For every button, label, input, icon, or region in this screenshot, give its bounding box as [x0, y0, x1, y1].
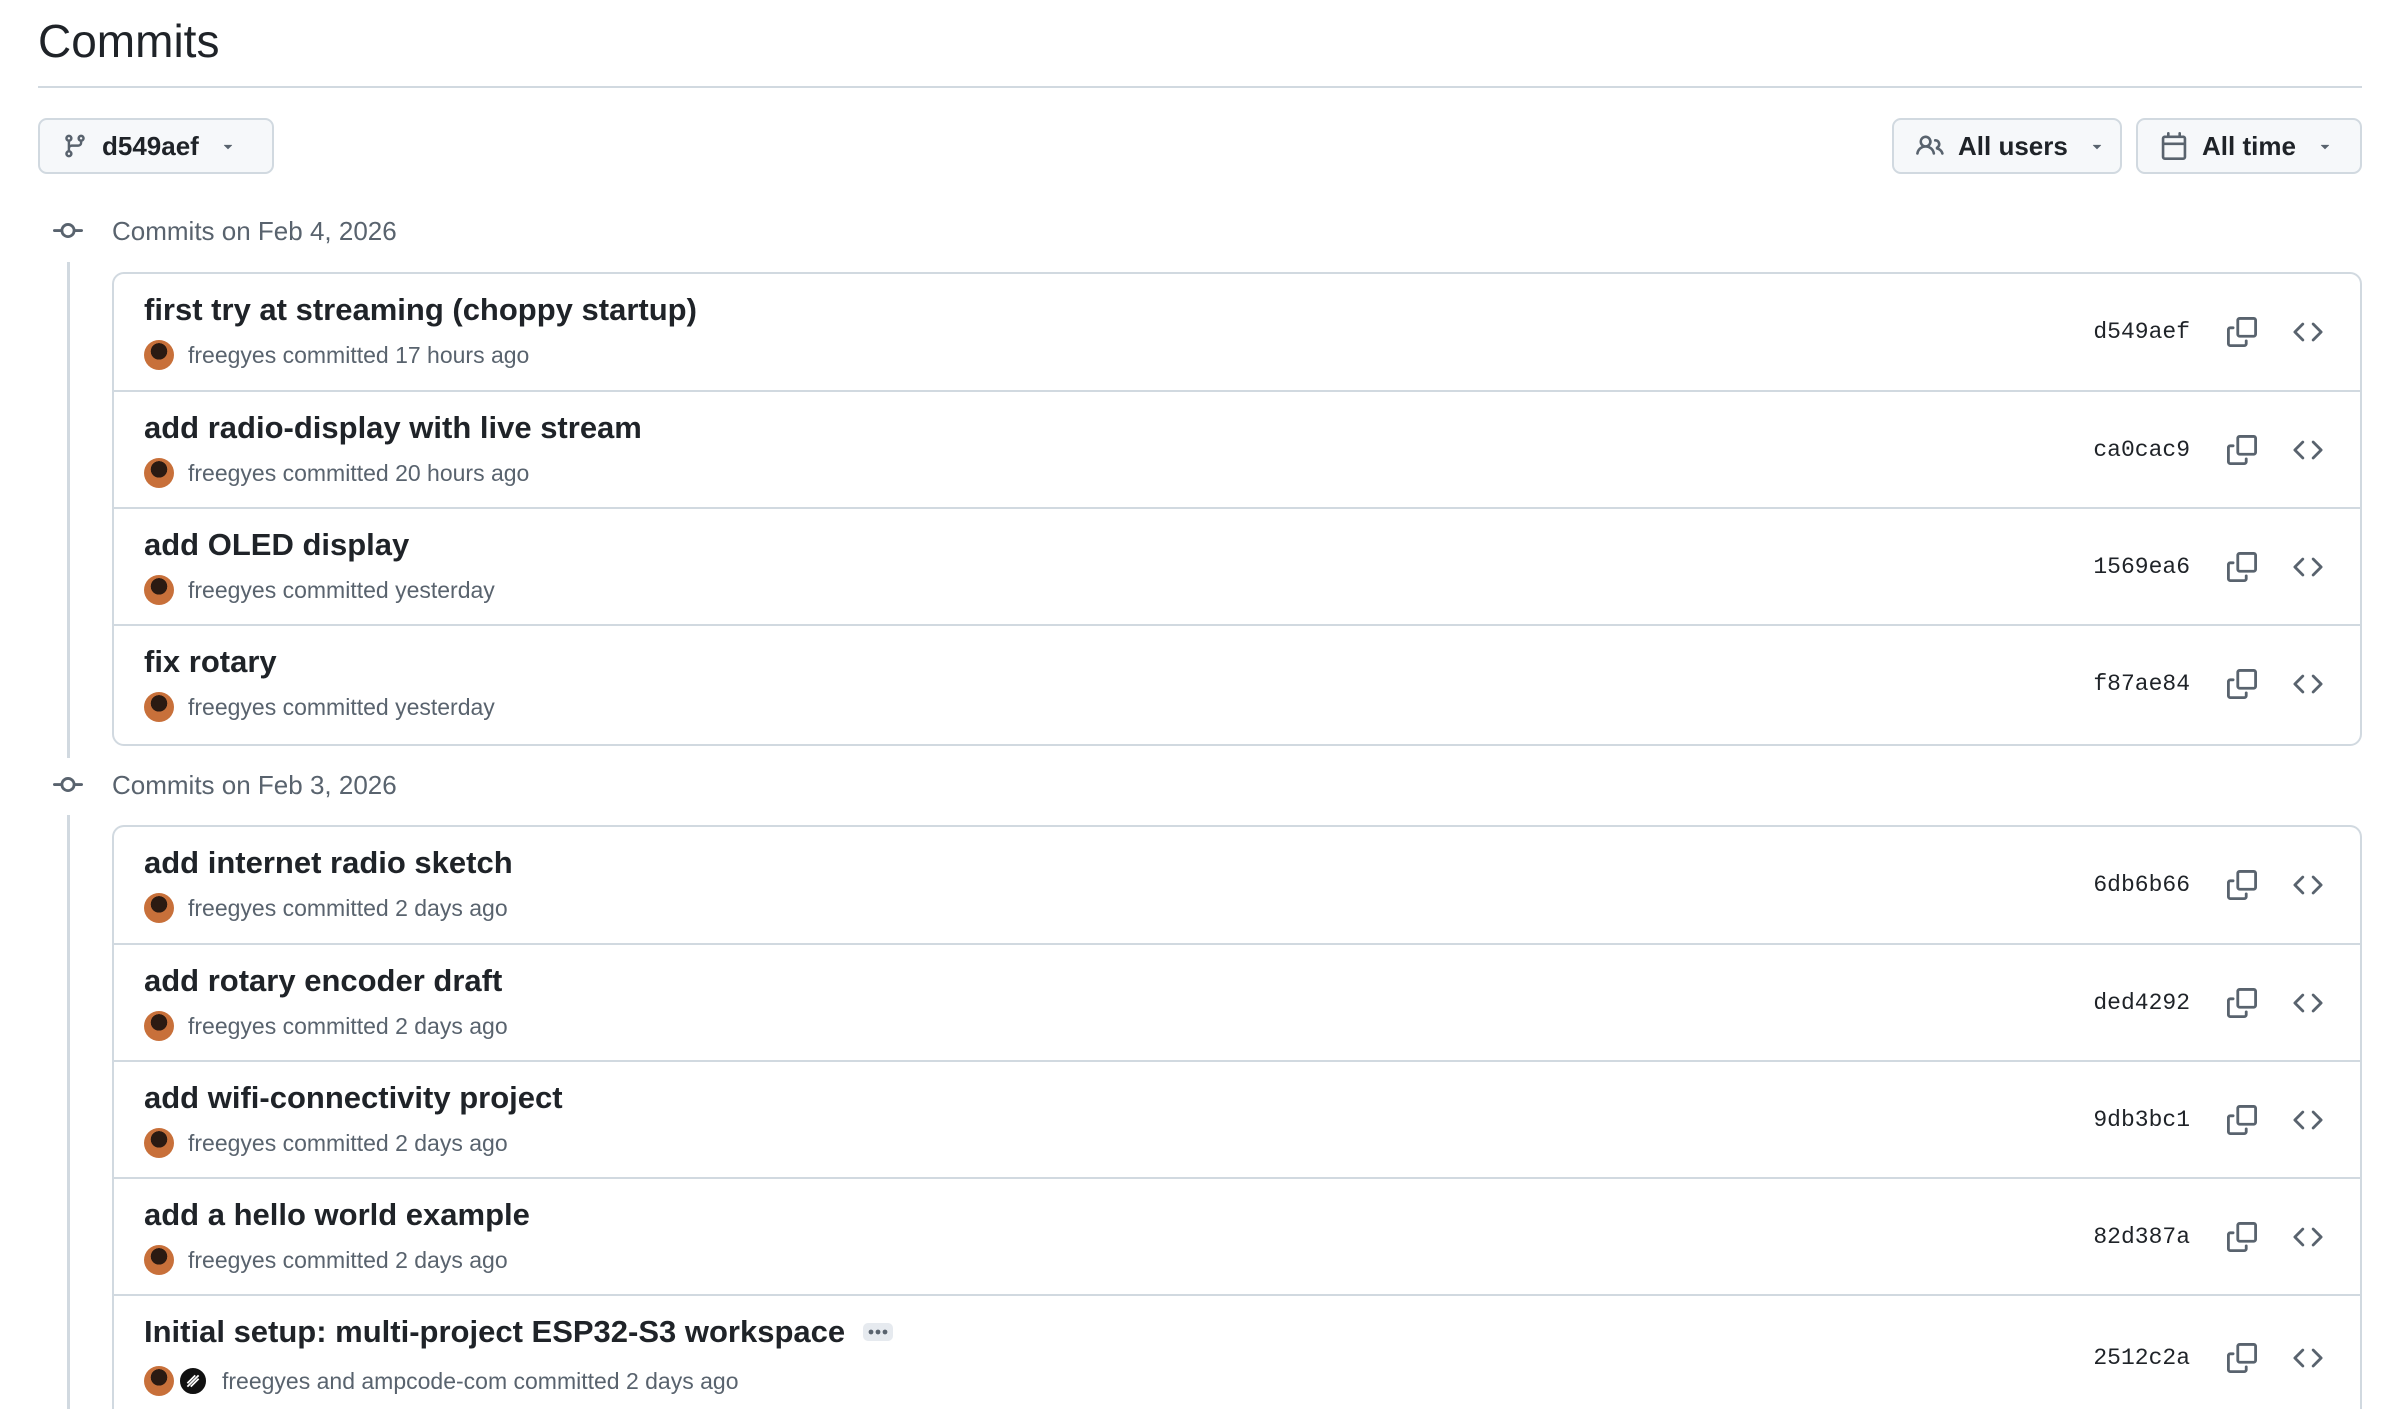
- commit-meta: freegyes committed yesterday: [144, 575, 495, 605]
- code-icon[interactable]: [2288, 509, 2328, 624]
- commit-meta: freegyes and ampcode-com committed 2 day…: [144, 1366, 739, 1396]
- commit-message[interactable]: add a hello world example: [144, 1197, 530, 1233]
- commit-message[interactable]: add rotary encoder draft: [144, 963, 502, 999]
- ellipsis-icon[interactable]: [863, 1323, 894, 1341]
- avatar[interactable]: [144, 1366, 174, 1396]
- copy-icon[interactable]: [2222, 509, 2262, 624]
- users-filter-button[interactable]: All users: [1892, 118, 2122, 174]
- avatar[interactable]: [144, 1245, 174, 1275]
- commit-row[interactable]: add internet radio sketch freegyes commi…: [114, 827, 2360, 943]
- avatar[interactable]: [144, 458, 174, 488]
- commit-row[interactable]: add rotary encoder draft freegyes commit…: [114, 943, 2360, 1060]
- timeline-line: [67, 262, 70, 758]
- commit-sha[interactable]: 82d387a: [2093, 1179, 2190, 1294]
- commit-row[interactable]: Initial setup: multi-project ESP32-S3 wo…: [114, 1294, 2360, 1409]
- commit-list: first try at streaming (choppy startup) …: [112, 272, 2362, 746]
- commit-meta: freegyes committed 2 days ago: [144, 1011, 508, 1041]
- git-commit-icon: [50, 216, 86, 246]
- copy-icon[interactable]: [2222, 827, 2262, 943]
- code-icon[interactable]: [2288, 392, 2328, 507]
- commit-list: add internet radio sketch freegyes commi…: [112, 825, 2362, 1409]
- triangle-down-icon: [2316, 137, 2334, 155]
- code-icon[interactable]: [2288, 1179, 2328, 1294]
- time-filter-label: All time: [2202, 130, 2296, 161]
- commit-meta: freegyes committed 2 days ago: [144, 1128, 508, 1158]
- commit-row[interactable]: first try at streaming (choppy startup) …: [114, 274, 2360, 390]
- copy-icon[interactable]: [2222, 274, 2262, 390]
- commit-row[interactable]: add radio-display with live stream freeg…: [114, 390, 2360, 507]
- copy-icon[interactable]: [2222, 1062, 2262, 1177]
- avatar[interactable]: [144, 893, 174, 923]
- commit-row[interactable]: fix rotary freegyes committed yesterday …: [114, 624, 2360, 741]
- code-icon[interactable]: [2288, 945, 2328, 1060]
- commit-sha[interactable]: 2512c2a: [2093, 1296, 2190, 1409]
- coauthor-avatar[interactable]: [178, 1366, 208, 1396]
- code-icon[interactable]: [2288, 274, 2328, 390]
- branch-select-button[interactable]: d549aef: [38, 118, 274, 174]
- avatar[interactable]: [144, 1128, 174, 1158]
- code-icon[interactable]: [2288, 626, 2328, 741]
- triangle-down-icon: [219, 137, 237, 155]
- commit-message[interactable]: add radio-display with live stream: [144, 410, 642, 446]
- branch-label: d549aef: [102, 130, 199, 161]
- code-icon[interactable]: [2288, 1062, 2328, 1177]
- avatar[interactable]: [144, 340, 174, 370]
- code-icon[interactable]: [2288, 1296, 2328, 1409]
- commit-meta: freegyes committed 20 hours ago: [144, 458, 529, 488]
- commit-meta: freegyes committed 17 hours ago: [144, 340, 529, 370]
- time-filter-button[interactable]: All time: [2136, 118, 2362, 174]
- commit-sha[interactable]: 6db6b66: [2093, 827, 2190, 943]
- commit-group-heading: Commits on Feb 3, 2026: [50, 765, 397, 805]
- commit-row[interactable]: add wifi-connectivity project freegyes c…: [114, 1060, 2360, 1177]
- commit-group-date: Commits on Feb 3, 2026: [112, 769, 397, 800]
- commit-row[interactable]: add OLED display freegyes committed yest…: [114, 507, 2360, 624]
- commit-meta: freegyes committed yesterday: [144, 692, 495, 722]
- calendar-icon: [2160, 132, 2188, 160]
- commits-page: Commits d549aef All users All time Commi…: [0, 0, 2400, 1409]
- commit-message[interactable]: add wifi-connectivity project: [144, 1080, 563, 1116]
- commit-message[interactable]: add internet radio sketch: [144, 845, 513, 881]
- title-divider: [38, 86, 2362, 88]
- copy-icon[interactable]: [2222, 392, 2262, 507]
- git-branch-icon: [62, 133, 88, 159]
- users-filter-label: All users: [1958, 130, 2068, 161]
- commit-sha[interactable]: 1569ea6: [2093, 509, 2190, 624]
- commit-row[interactable]: add a hello world example freegyes commi…: [114, 1177, 2360, 1294]
- avatar[interactable]: [144, 575, 174, 605]
- copy-icon[interactable]: [2222, 1179, 2262, 1294]
- copy-icon[interactable]: [2222, 626, 2262, 741]
- code-icon[interactable]: [2288, 827, 2328, 943]
- copy-icon[interactable]: [2222, 1296, 2262, 1409]
- commit-sha[interactable]: d549aef: [2093, 274, 2190, 390]
- git-commit-icon: [50, 770, 86, 800]
- commit-message[interactable]: add OLED display: [144, 527, 409, 563]
- commit-sha[interactable]: 9db3bc1: [2093, 1062, 2190, 1177]
- commit-sha[interactable]: f87ae84: [2093, 626, 2190, 741]
- commit-group-heading: Commits on Feb 4, 2026: [50, 211, 397, 251]
- timeline-line: [67, 815, 70, 1409]
- commit-sha[interactable]: ca0cac9: [2093, 392, 2190, 507]
- page-title: Commits: [38, 15, 220, 67]
- commit-message[interactable]: Initial setup: multi-project ESP32-S3 wo…: [144, 1314, 894, 1350]
- avatar[interactable]: [144, 1011, 174, 1041]
- commit-meta: freegyes committed 2 days ago: [144, 893, 508, 923]
- commit-message[interactable]: first try at streaming (choppy startup): [144, 292, 697, 328]
- commit-meta: freegyes committed 2 days ago: [144, 1245, 508, 1275]
- triangle-down-icon: [2088, 137, 2106, 155]
- commit-sha[interactable]: ded4292: [2093, 945, 2190, 1060]
- people-icon: [1916, 132, 1944, 160]
- avatar[interactable]: [144, 692, 174, 722]
- copy-icon[interactable]: [2222, 945, 2262, 1060]
- commit-group-date: Commits on Feb 4, 2026: [112, 215, 397, 246]
- commit-message[interactable]: fix rotary: [144, 644, 277, 680]
